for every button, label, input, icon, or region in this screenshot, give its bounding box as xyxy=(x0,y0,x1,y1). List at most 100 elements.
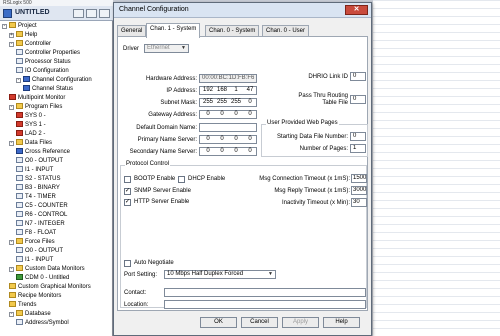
hw-address-label: Hardware Address: xyxy=(145,76,197,82)
tree-item[interactable]: Channel Status xyxy=(23,85,73,93)
dhcp-checkbox[interactable] xyxy=(178,176,185,183)
subnet-mask-field[interactable]: 255 255 255 0 xyxy=(199,98,257,107)
inactivity-timeout-field[interactable]: 30 xyxy=(351,198,367,207)
tree-item[interactable]: - Custom Data Monitors xyxy=(9,265,85,273)
help-button[interactable]: Help xyxy=(323,317,360,328)
msg-connection-timeout-field[interactable]: 15000 xyxy=(351,174,367,183)
msg-connection-timeout-label: Msg Connection Timeout (x 1mS): xyxy=(259,176,350,182)
gateway-address-field[interactable]: 0 0 0 0 xyxy=(199,110,257,119)
data-file-icon xyxy=(16,202,23,208)
pass-thru-routing-field[interactable]: 0 xyxy=(350,95,366,104)
tree-item[interactable]: Multipoint Monitor xyxy=(9,94,65,102)
tree-item[interactable]: - Project xyxy=(2,22,37,30)
collapse-icon[interactable]: - xyxy=(9,240,14,245)
tree-item[interactable]: IO Configuration xyxy=(16,67,69,75)
tree-item[interactable]: CDM 0 - Untitled xyxy=(16,274,69,282)
location-field[interactable] xyxy=(164,300,366,309)
tree-item[interactable]: O0 - OUTPUT xyxy=(16,247,63,255)
collapse-icon[interactable]: - xyxy=(9,42,14,47)
tree-item[interactable]: SYS 0 - xyxy=(16,112,46,120)
tree-item[interactable]: S2 - STATUS xyxy=(16,175,60,183)
expand-icon[interactable]: + xyxy=(9,33,14,38)
tree-item[interactable]: Custom Graphical Monitors xyxy=(9,283,91,291)
web-pages-group-title: User Provided Web Pages xyxy=(266,120,339,126)
close-button[interactable] xyxy=(99,9,110,18)
tree-item[interactable]: T4 - TIMER xyxy=(16,193,56,201)
port-setting-select[interactable]: 10 Mbps Half Duplex Forced ▼ xyxy=(164,270,276,279)
tree-item[interactable]: + Help xyxy=(9,31,37,39)
tree-item[interactable]: Cross Reference xyxy=(16,148,70,156)
collapse-icon[interactable]: - xyxy=(16,78,21,83)
tree-item[interactable]: Address/Symbol xyxy=(16,319,69,327)
tree-item[interactable]: F8 - FLOAT xyxy=(16,229,56,237)
tree-item[interactable]: SYS 1 - xyxy=(16,121,46,129)
ladder-file-icon xyxy=(16,130,23,136)
driver-select[interactable]: Ethernet ▼ xyxy=(144,44,189,53)
primary-name-server-field[interactable]: 0 0 0 0 xyxy=(199,135,257,144)
apply-button[interactable]: Apply xyxy=(282,317,319,328)
tree-item[interactable]: N7 - INTEGER xyxy=(16,220,65,228)
ip-address-field[interactable]: 192 168 1 47 xyxy=(199,86,257,95)
msg-reply-timeout-label: Msg Reply Timeout (x 1mS): xyxy=(274,188,350,194)
tree-item-label: Program Files xyxy=(25,104,63,110)
tree-item[interactable]: - Data Files xyxy=(9,139,52,147)
inactivity-timeout-label: Inactivity Timeout (x Min): xyxy=(281,200,350,206)
tree-item[interactable]: O0 - OUTPUT xyxy=(16,157,63,165)
starting-data-file-field[interactable]: 0 xyxy=(350,132,366,141)
monitor-icon xyxy=(9,94,16,100)
dialog-close-button[interactable]: ✕ xyxy=(345,5,368,15)
tree-item[interactable]: - Database xyxy=(9,310,51,318)
tree-item[interactable]: LAD 2 - xyxy=(16,130,45,138)
data-file-icon xyxy=(16,220,23,226)
collapse-icon[interactable]: - xyxy=(9,105,14,110)
tree-item-label: Multipoint Monitor xyxy=(18,95,66,101)
tree-item[interactable]: Processor Status xyxy=(16,58,71,66)
collapse-icon[interactable]: - xyxy=(9,312,14,317)
snmp-label: SNMP Server Enable xyxy=(134,188,191,194)
tree-item-label: C5 - COUNTER xyxy=(25,203,68,209)
collapse-icon[interactable]: - xyxy=(2,24,7,29)
domain-name-label: Default Domain Name: xyxy=(136,125,197,131)
tree-item-label: Custom Graphical Monitors xyxy=(18,284,91,290)
ok-button[interactable]: OK xyxy=(200,317,237,328)
tree-item[interactable]: I1 - INPUT xyxy=(16,166,53,174)
auto-negotiate-checkbox[interactable] xyxy=(124,260,131,267)
tree-item[interactable]: Recipe Monitors xyxy=(9,292,61,300)
tree-item[interactable]: C5 - COUNTER xyxy=(16,202,68,210)
collapse-icon[interactable]: - xyxy=(9,141,14,146)
tree-item[interactable]: Controller Properties xyxy=(16,49,80,57)
tree-item[interactable]: - Controller xyxy=(9,40,51,48)
tree-item-label: B3 - BINARY xyxy=(25,185,60,191)
dhrio-link-id-field[interactable]: 0 xyxy=(350,72,366,81)
secondary-name-server-field[interactable]: 0 0 0 0 xyxy=(199,147,257,156)
msg-reply-timeout-field[interactable]: 3000 xyxy=(351,186,367,195)
data-file-icon xyxy=(16,157,23,163)
tree-item[interactable]: - Force Files xyxy=(9,238,55,246)
folder-icon xyxy=(9,301,16,307)
subnet-mask-label: Subnet Mask: xyxy=(160,100,197,106)
tree-item[interactable]: R6 - CONTROL xyxy=(16,211,67,219)
contact-field[interactable] xyxy=(164,288,366,297)
minimize-button[interactable] xyxy=(73,9,84,18)
tree-item[interactable]: I1 - INPUT xyxy=(16,256,53,264)
dhrio-link-id-label: DHRIO Link ID xyxy=(308,74,348,80)
project-icon xyxy=(3,9,12,18)
bootp-checkbox[interactable] xyxy=(124,176,131,183)
tab-chan1-system[interactable]: Chan. 1 - System xyxy=(146,23,201,38)
tree-item[interactable]: - Channel Configuration xyxy=(16,76,92,84)
http-checkbox[interactable]: ✓ xyxy=(124,199,131,206)
tree-item-label: Cross Reference xyxy=(25,149,71,155)
collapse-icon[interactable]: - xyxy=(9,267,14,272)
snmp-checkbox[interactable]: ✓ xyxy=(124,188,131,195)
tree-item-label: Recipe Monitors xyxy=(18,293,62,299)
maximize-button[interactable] xyxy=(86,9,97,18)
driver-value: Ethernet xyxy=(147,45,170,51)
tree-item[interactable]: B3 - BINARY xyxy=(16,184,60,192)
domain-name-field[interactable] xyxy=(199,123,257,132)
tree-item[interactable]: Trends xyxy=(9,301,36,309)
dialog-title: Channel Configuration xyxy=(119,6,189,13)
number-of-pages-field[interactable]: 1 xyxy=(350,144,366,153)
cancel-button[interactable]: Cancel xyxy=(241,317,278,328)
tree-item[interactable]: - Program Files xyxy=(9,103,62,111)
tree-item-label: LAD 2 - xyxy=(25,131,46,137)
